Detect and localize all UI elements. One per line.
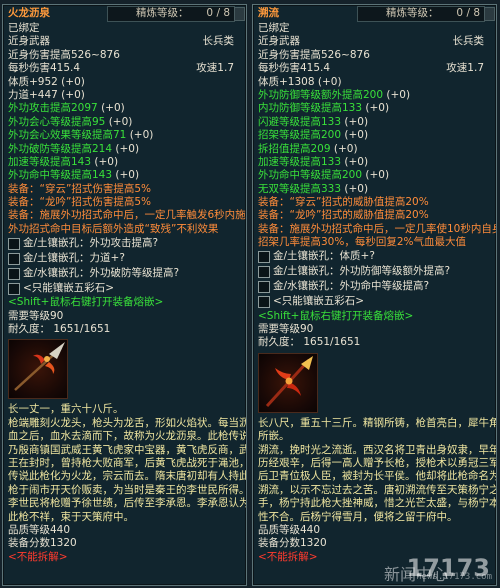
socket-box-icon (8, 282, 20, 295)
weapon-type-row: 近身武器 长兵类 (258, 35, 492, 48)
lore-text: 长一丈一，重六十八斤。 枪端雕刻火龙头，枪头为龙舌，形如火焰状。每当沥 血之后，… (8, 403, 247, 523)
bound-status: 已绑定 (258, 22, 290, 34)
weapon-type: 近身武器 (8, 35, 50, 48)
green-stat-line: 外功会心效果等级提高71 (+0) (8, 129, 154, 142)
equip-score: 装备分数1320 (8, 537, 77, 550)
green-stat-line: 外功攻击提高2097 (+0) (8, 102, 125, 115)
effect-line: 外功招式命中目标后额外造成“致残”不利效果 (8, 222, 219, 235)
weapon-type-row: 近身武器 长兵类 (8, 35, 242, 48)
effect-line: 装备：“穿云”招式伤害提高5% (8, 182, 152, 195)
green-stat-line: 外功会心等级提高95 (+0) (8, 115, 133, 128)
green-stats: 外功攻击提高2097 (+0) 外功会心等级提高95 (+0) 外功会心效果等级… (8, 102, 242, 182)
tooltip-body: 已绑定 近身武器 长兵类 近身伤害提高526~876 每秒伤害415.4 攻速1… (253, 21, 496, 564)
green-stat-line: 外功命中等级提高143 (+0) (8, 169, 140, 182)
weapon-class: 长兵类 (202, 35, 235, 48)
damage-line: 近身伤害提高526~876 (8, 48, 120, 61)
shift-hint: <Shift+鼠标右键打开装备熔嵌> (8, 296, 164, 309)
bound-status: 已绑定 (8, 22, 40, 34)
refine-value: 0 / 8 (456, 7, 480, 19)
durability: 耐久度： 1651/1651 (258, 336, 361, 349)
quality-level: 品质等级440 (258, 523, 321, 536)
scrollbar[interactable] (234, 7, 245, 21)
weapon-class: 长兵类 (452, 35, 485, 48)
equip-score: 装备分数1320 (258, 537, 327, 550)
weapon-spear-icon (258, 352, 318, 413)
dps: 每秒伤害415.4 (258, 62, 331, 75)
socket-slot[interactable]: 金/水镶嵌孔：外功破防等级提高? (8, 266, 242, 281)
socket-list: 金/土镶嵌孔：体质+? 金/土镶嵌孔：外功防御等级额外提高? 金/水镶嵌孔：外功… (258, 250, 492, 310)
equip-effects: 装备：“穿云”招式的威胁值提高20% 装备：“龙吟”招式的威胁值提高20% 装备… (258, 196, 497, 250)
effect-line: 装备：施展外功招式命中后，一定几率使10秒内自身 (258, 222, 497, 235)
refine-label: 精炼等级： (386, 7, 439, 19)
refine-value: 0 / 8 (206, 7, 230, 19)
effect-line: 装备：施展外功招式命中后，一定几率触发6秒内施展 (8, 209, 247, 222)
stat-line: 力道+447 (+0) (8, 88, 85, 101)
shift-hint: <Shift+鼠标右键打开装备熔嵌> (258, 309, 414, 322)
dps: 每秒伤害415.4 (8, 62, 81, 75)
green-stat-line: 加速等级提高143 (+0) (8, 155, 119, 168)
item-tooltip-huolong-liquan: 火龙沥泉 精炼等级： 0 / 8 已绑定 近身武器 长兵类 近身伤害提高526~… (2, 4, 247, 586)
effect-line: 装备：“龙吟”招式伤害提高5% (8, 196, 152, 209)
socket-slot[interactable]: <只能镶嵌五彩石> (258, 295, 492, 310)
socket-slot[interactable]: 金/土镶嵌孔：体质+? (258, 250, 492, 265)
refine-level-box: 精炼等级： 0 / 8 (107, 6, 235, 22)
item-name: 火龙沥泉 (8, 7, 50, 19)
stat-line: 体质+1308 (+0) (258, 75, 342, 88)
stat-line: 体质+952 (+0) (8, 75, 85, 88)
durability: 耐久度： 1651/1651 (8, 323, 111, 336)
socket-box-icon (8, 252, 20, 265)
damage-line: 近身伤害提高526~876 (258, 48, 370, 61)
item-name: 溯流 (258, 7, 279, 19)
socket-slot[interactable]: <只能镶嵌五彩石> (8, 281, 242, 296)
dps-row: 每秒伤害415.4 攻速1.7 (8, 62, 242, 75)
socket-box-icon (258, 281, 270, 294)
lore-text: 长八尺，重五十三斤。精钢所铸，枪首亮白，犀牛角 所嵌。 溯流，挽时光之流逝。西汉… (258, 416, 497, 523)
green-stat-line: 闪避等级提高133 (+0) (258, 115, 369, 128)
socket-box-icon (258, 296, 270, 309)
equip-effects: 装备：“穿云”招式伤害提高5% 装备：“龙吟”招式伤害提高5% 装备：施展外功招… (8, 182, 247, 237)
weapon-type: 近身武器 (258, 35, 300, 48)
green-stat-line: 招架等级提高200 (+0) (258, 129, 369, 142)
tooltip-body: 已绑定 近身武器 长兵类 近身伤害提高526~876 每秒伤害415.4 攻速1… (3, 21, 246, 564)
effect-line: 装备：“穿云”招式的威胁值提高20% (258, 196, 429, 209)
base-stats: 体质+952 (+0) 力道+447 (+0) (8, 76, 242, 103)
socket-list: 金/土镶嵌孔：外功攻击提高? 金/土镶嵌孔：力道+? 金/水镶嵌孔：外功破防等级… (8, 236, 242, 296)
weapon-spear-icon (8, 339, 68, 400)
item-tooltip-suliu: 溯流 精炼等级： 0 / 8 已绑定 近身武器 长兵类 近身伤害提高526~87… (252, 4, 497, 586)
refine-label: 精炼等级： (136, 7, 189, 19)
effect-line: 装备：“龙吟”招式的威胁值提高20% (258, 209, 429, 222)
tooltip-header: 火龙沥泉 精炼等级： 0 / 8 (3, 5, 246, 22)
quality-level: 品质等级440 (8, 523, 71, 536)
socket-slot[interactable]: 金/土镶嵌孔：外功攻击提高? (8, 236, 242, 251)
green-stat-line: 外功命中等级提高200 (+0) (258, 169, 390, 182)
effect-line: 招架几率提高30%，每秒回复2%气血最大值 (258, 236, 466, 249)
attack-speed: 攻速1.7 (446, 62, 484, 75)
socket-box-icon (8, 237, 20, 250)
socket-box-icon (258, 251, 270, 264)
green-stat-line: 外功破防等级提高214 (+0) (8, 142, 140, 155)
scrollbar[interactable] (484, 7, 495, 21)
green-stat-line: 无双等级提高333 (+0) (258, 182, 369, 195)
cannot-split: <不能拆解> (8, 550, 68, 563)
socket-box-icon (8, 267, 20, 280)
required-level: 需要等级90 (8, 309, 64, 322)
required-level: 需要等级90 (258, 323, 314, 336)
green-stat-line: 内功防御等级提高133 (+0) (258, 102, 390, 115)
socket-slot[interactable]: 金/土镶嵌孔：力道+? (8, 251, 242, 266)
green-stat-line: 外功防御等级额外提高200 (+0) (258, 88, 411, 101)
refine-level-box: 精炼等级： 0 / 8 (357, 6, 485, 22)
green-stats: 外功防御等级额外提高200 (+0) 内功防御等级提高133 (+0) 闪避等级… (258, 89, 492, 196)
attack-speed: 攻速1.7 (196, 62, 234, 75)
socket-box-icon (258, 266, 270, 279)
watermark-url: news.17173.com (416, 571, 492, 582)
green-stat-line: 拆招值提高209 (+0) (258, 142, 358, 155)
socket-slot[interactable]: 金/土镶嵌孔：外功防御等级额外提高? (258, 265, 492, 280)
tooltip-header: 溯流 精炼等级： 0 / 8 (253, 5, 496, 22)
socket-slot[interactable]: 金/水镶嵌孔：外功命中等级提高? (258, 280, 492, 295)
base-stats: 体质+1308 (+0) (258, 76, 492, 89)
green-stat-line: 加速等级提高133 (+0) (258, 155, 369, 168)
dps-row: 每秒伤害415.4 攻速1.7 (258, 62, 492, 75)
